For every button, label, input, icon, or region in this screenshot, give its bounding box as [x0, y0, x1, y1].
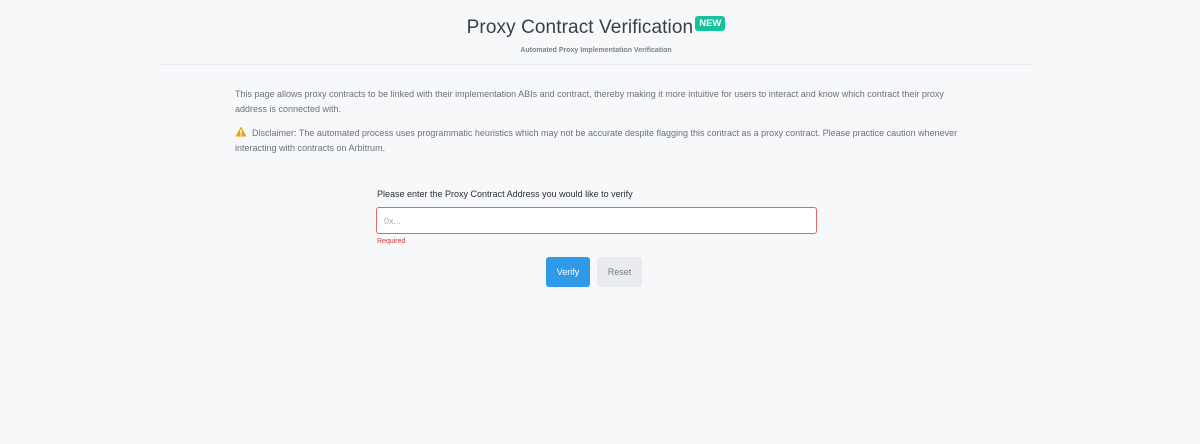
required-error: Required	[377, 238, 406, 245]
disclaimer-text: Disclaimer: The automated process uses p…	[235, 128, 958, 153]
verify-button[interactable]: Verify	[546, 257, 590, 287]
title-row: Proxy Contract Verification NEW	[160, 16, 1032, 39]
intro-text: This page allows proxy contracts to be l…	[235, 89, 944, 114]
page-header: Proxy Contract Verification NEW Automated…	[160, 0, 1032, 65]
warning-icon	[235, 126, 247, 137]
page-subtitle: Automated Proxy Implementation Verificat…	[520, 47, 672, 54]
address-label: Please enter the Proxy Contract Address …	[377, 189, 633, 199]
page: Proxy Contract Verification NEW Automated…	[0, 0, 1200, 444]
new-badge: NEW	[695, 16, 726, 31]
proxy-address-input[interactable]	[376, 207, 817, 234]
page-title: Proxy Contract Verification	[466, 17, 694, 38]
reset-button[interactable]: Reset	[597, 257, 642, 287]
disclaimer: Disclaimer: The automated process uses p…	[235, 126, 965, 156]
